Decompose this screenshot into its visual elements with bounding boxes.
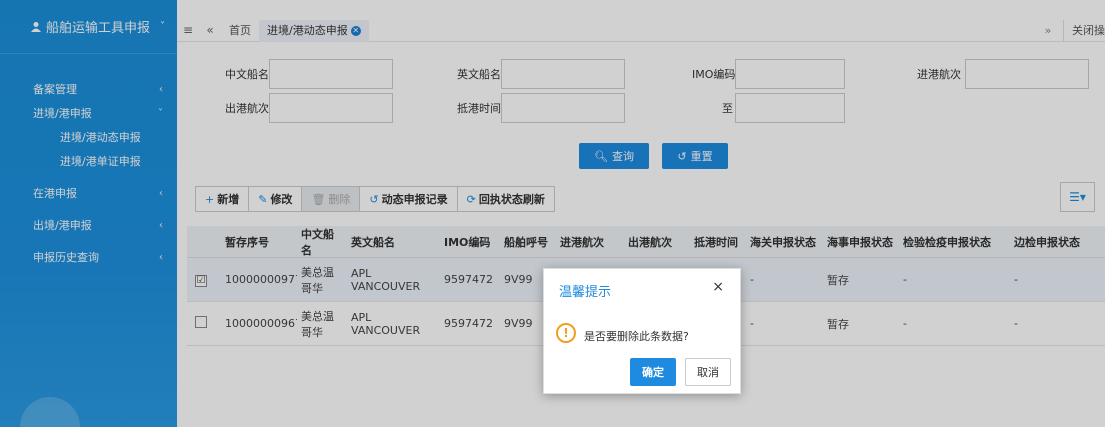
cancel-button[interactable]: 取消 bbox=[685, 358, 731, 386]
dialog-title: 温馨提示 bbox=[559, 285, 612, 300]
dialog-message: 是否要删除此条数据? bbox=[584, 330, 689, 343]
warning-icon: ! bbox=[556, 323, 576, 343]
confirm-dialog: 温馨提示 × ! 是否要删除此条数据? 确定 取消 bbox=[543, 268, 741, 394]
close-icon[interactable]: × bbox=[712, 279, 724, 295]
confirm-button[interactable]: 确定 bbox=[630, 358, 676, 386]
